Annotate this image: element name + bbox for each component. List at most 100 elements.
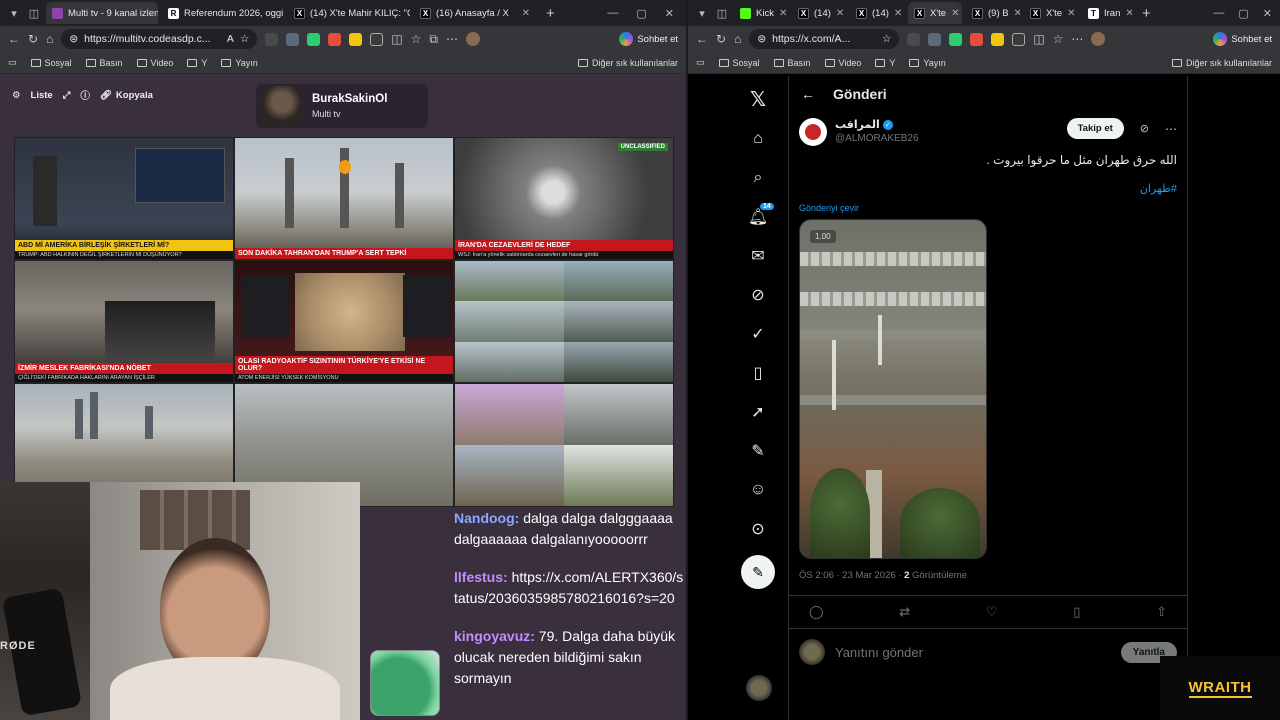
extension-icon[interactable] xyxy=(1012,32,1026,46)
stream-tile[interactable]: SON DAKİKA TAHRAN'DAN TRUMP'A SERT TEPKİ xyxy=(234,137,454,260)
tab-referendum[interactable]: R Referendum 2026, oggi... ✕ xyxy=(162,2,284,24)
bookmark-folder[interactable]: Sosyal xyxy=(718,58,760,68)
close-tab-icon[interactable]: ✕ xyxy=(1067,8,1075,19)
extension-icon[interactable] xyxy=(991,32,1005,46)
repost-icon[interactable]: ⇄ xyxy=(899,604,910,620)
profile-avatar[interactable] xyxy=(466,32,480,46)
stream-tile[interactable]: İZMİR MESLEK FABRİKASI'NDA NÖBET ÇİĞLİ'DE… xyxy=(14,260,234,383)
extension-icon[interactable] xyxy=(349,32,363,46)
favorite-star-icon[interactable]: ☆ xyxy=(240,33,249,45)
post-more-icon[interactable]: ⋯ xyxy=(1165,122,1177,136)
maximize-icon[interactable]: ▢ xyxy=(1238,7,1248,20)
stream-tile[interactable]: OLASI RADYOAKTİF SIZINTININ TÜRKİYE'YE E… xyxy=(234,260,454,383)
split-screen-icon[interactable]: ◫ xyxy=(391,32,402,46)
fullscreen-icon[interactable]: ⤢ xyxy=(63,90,71,101)
copilot-button[interactable]: Sohbet et xyxy=(1213,32,1272,46)
stream-tile[interactable]: ABD Mİ AMERİKA BİRLEŞİK ŞİRKETLERİ Mİ? TR… xyxy=(14,137,234,260)
grok-icon[interactable]: ⊘ xyxy=(740,275,776,314)
back-icon[interactable]: ← xyxy=(696,32,708,46)
profile-person-icon[interactable]: ☺ xyxy=(740,470,776,509)
more-icon[interactable]: ⋯ xyxy=(446,32,458,46)
extension-icon[interactable] xyxy=(307,32,321,46)
other-bookmarks[interactable]: Diğer sık kullanılanlar xyxy=(577,58,678,68)
close-tab-icon[interactable]: ✕ xyxy=(779,8,787,19)
site-info-icon[interactable]: ⊜ xyxy=(69,33,78,45)
reply-icon[interactable]: ◯ xyxy=(809,604,824,620)
follow-button[interactable]: Takip et xyxy=(1066,118,1124,139)
reload-icon[interactable]: ↻ xyxy=(716,32,726,46)
bookmarks-menu-icon[interactable]: ▭ xyxy=(8,57,17,68)
hashtag-link[interactable]: #طهران xyxy=(789,182,1187,195)
new-tab-icon[interactable]: + xyxy=(1136,5,1157,22)
extension-icon[interactable] xyxy=(949,32,963,46)
author-name-row[interactable]: المراقب ✓ xyxy=(835,118,919,131)
bookmark-folder[interactable]: Y xyxy=(875,58,895,68)
compose-post-button[interactable]: ✎ xyxy=(741,555,775,589)
post-video[interactable]: 1.00 xyxy=(799,219,987,559)
more-icon[interactable]: ⋯ xyxy=(1071,32,1083,46)
close-tab-icon[interactable]: ✕ xyxy=(894,8,902,19)
tab-multitv[interactable]: Multi tv - 9 kanal izleni... ✕ xyxy=(46,2,158,24)
stream-tile[interactable]: UNCLASSIFIED İRAN'DA CEZAEVLERİ DE HEDEF… xyxy=(454,137,674,260)
bookmark-folder[interactable]: Y xyxy=(187,58,207,68)
more-options-icon[interactable]: ⊙ xyxy=(740,509,776,548)
post-timestamp[interactable]: ÖS 2:06 · 23 Mar 2026 · xyxy=(799,570,904,581)
minimize-icon[interactable]: — xyxy=(1213,7,1224,20)
copy-link-button[interactable]: 🔗︎ Kopyala xyxy=(100,90,153,101)
bookmarks-menu-icon[interactable]: ▭ xyxy=(696,57,705,68)
stream-tile[interactable] xyxy=(454,383,674,507)
back-icon[interactable]: ← xyxy=(8,32,20,46)
reply-input[interactable]: Yanıtını gönder xyxy=(835,645,923,660)
extension-icon[interactable] xyxy=(286,32,300,46)
translate-post-link[interactable]: Gönderiyi çevir xyxy=(789,203,1187,213)
extension-icon[interactable] xyxy=(907,32,921,46)
tab-x-mahir[interactable]: X (14) X'te Mahir KILIÇ: "O... ✕ xyxy=(288,2,410,24)
home-nav-icon[interactable]: ⌂ xyxy=(740,119,776,158)
video-speed-indicator[interactable]: 1.00 xyxy=(810,230,836,243)
tab-actions-icon[interactable]: ▾ xyxy=(694,5,710,21)
like-heart-icon[interactable]: ♡ xyxy=(986,604,998,620)
favorite-star-icon[interactable]: ☆ xyxy=(882,33,891,45)
info-icon[interactable]: ⓘ xyxy=(80,88,90,102)
read-aloud-icon[interactable]: A xyxy=(227,33,234,45)
close-tab-icon[interactable]: ✕ xyxy=(1014,8,1020,19)
reload-icon[interactable]: ↻ xyxy=(28,32,38,46)
tab-x[interactable]: X X'te ✕ xyxy=(1024,2,1078,24)
grok-explain-icon[interactable]: ⊘ xyxy=(1140,122,1149,135)
profile-card[interactable]: BurakSakinOl Multi tv xyxy=(256,84,428,128)
bookmark-folder[interactable]: Video xyxy=(824,58,861,68)
notifications-bell-icon[interactable]: 🔔︎ 14 xyxy=(740,197,776,236)
bookmark-folder[interactable]: Video xyxy=(136,58,173,68)
split-screen-icon[interactable]: ◫ xyxy=(1033,32,1044,46)
tab-x[interactable]: X (9) B ✕ xyxy=(966,2,1020,24)
close-tab-icon[interactable]: ✕ xyxy=(951,8,959,19)
close-tab-icon[interactable]: ✕ xyxy=(1125,8,1132,19)
favorites-icon[interactable]: ☆ xyxy=(1053,32,1064,46)
author-avatar[interactable] xyxy=(799,118,827,146)
bookmark-folder[interactable]: Sosyal xyxy=(30,58,72,68)
extension-icon[interactable] xyxy=(970,32,984,46)
author-handle[interactable]: @ALMORAKEB26 xyxy=(835,133,919,144)
messages-envelope-icon[interactable]: ✉ xyxy=(740,236,776,275)
tab-x[interactable]: X (14) ✕ xyxy=(792,2,846,24)
stream-tile[interactable] xyxy=(454,260,674,383)
extension-icon[interactable] xyxy=(370,32,384,46)
articles-icon[interactable]: ✎ xyxy=(740,431,776,470)
tab-actions-icon[interactable]: ▾ xyxy=(6,5,22,21)
bookmark-icon[interactable]: ▯ xyxy=(1073,604,1080,620)
share-icon[interactable]: ⇧ xyxy=(1156,604,1167,620)
account-avatar[interactable] xyxy=(746,675,772,701)
explore-search-icon[interactable]: ⌕ xyxy=(740,158,776,197)
bookmark-folder[interactable]: Basın xyxy=(773,58,811,68)
extension-icon[interactable] xyxy=(928,32,942,46)
close-tab-icon[interactable]: ✕ xyxy=(522,8,530,19)
list-button[interactable]: Liste xyxy=(31,90,53,101)
tab-x[interactable]: X (14) ✕ xyxy=(850,2,904,24)
favorites-icon[interactable]: ☆ xyxy=(411,32,422,46)
close-window-icon[interactable]: ✕ xyxy=(665,7,674,20)
profile-avatar[interactable] xyxy=(1091,32,1106,46)
home-icon[interactable]: ⌂ xyxy=(46,32,53,46)
tab-kick[interactable]: Kick ✕ xyxy=(734,2,788,24)
site-info-icon[interactable]: ⊜ xyxy=(757,33,766,45)
extension-icon[interactable] xyxy=(265,32,279,46)
